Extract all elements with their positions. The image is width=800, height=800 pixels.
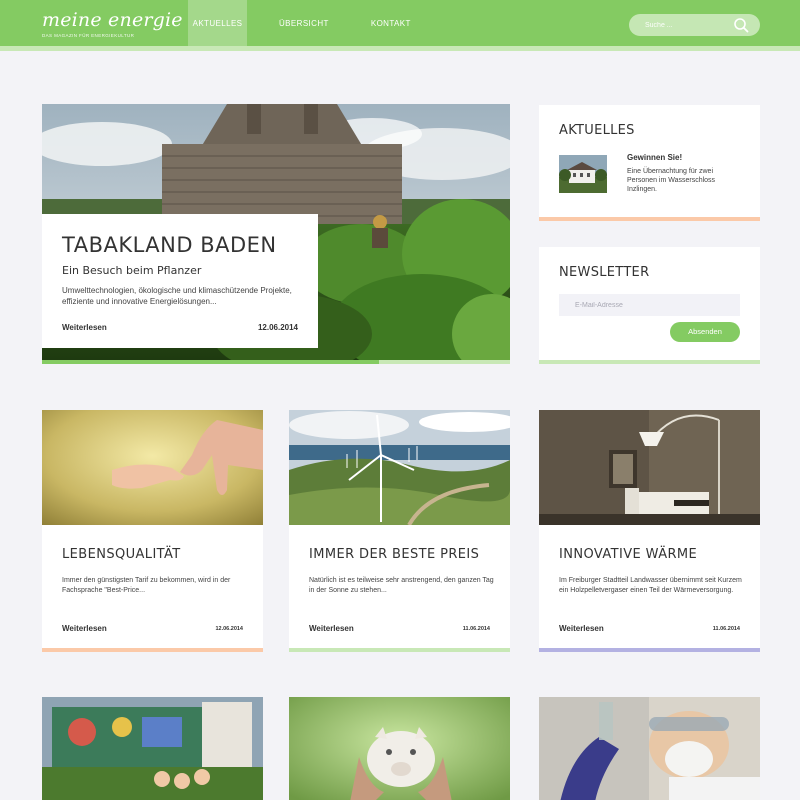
card-image-room[interactable]	[539, 410, 760, 525]
newsletter-submit-button[interactable]: Absenden	[670, 322, 740, 342]
search-box	[629, 14, 760, 36]
card-read-more-link[interactable]: Weiterlesen	[309, 624, 354, 633]
newsletter-title: NEWSLETTER	[559, 265, 650, 280]
wind-turbines-photo	[289, 410, 510, 525]
newsletter-box: NEWSLETTER Absenden	[539, 247, 760, 360]
hero-teaser: Umwelttechnologien, ökologische und klim…	[62, 286, 292, 306]
card-title: IMMER DER BESTE PREIS	[309, 547, 480, 562]
main-nav: AKTUELLES ÜBERSICHT KONTAKT	[188, 0, 443, 46]
hands-photo	[42, 410, 263, 525]
lab-worker-photo	[539, 697, 760, 800]
card-title: LEBENSQUALITÄT	[62, 547, 181, 562]
article-card-graffiti[interactable]	[42, 697, 263, 800]
nav-item-aktuelles[interactable]: AKTUELLES	[188, 0, 247, 46]
card-teaser: Im Freiburger Stadtteil Landwasser übern…	[559, 577, 742, 594]
card-image-windturbines[interactable]	[289, 410, 510, 525]
newsletter-accent-bar	[539, 360, 760, 364]
card-date: 11.06.2014	[712, 626, 740, 632]
aktuelles-thumbnail[interactable]	[559, 155, 607, 193]
aktuelles-item-title[interactable]: Gewinnen Sie!	[627, 153, 682, 162]
card-teaser: Immer den günstigsten Tarif zu bekommen,…	[62, 577, 231, 594]
nav-item-uebersicht[interactable]: ÜBERSICHT	[269, 0, 339, 46]
castle-image	[559, 155, 607, 193]
aktuelles-title: AKTUELLES	[559, 123, 635, 138]
logo-subtitle: DAS MAGAZIN FÜR ENERGIEKULTUR	[42, 33, 135, 38]
search-input[interactable]	[645, 21, 745, 29]
article-card-innovative-waerme: INNOVATIVE WÄRME Im Freiburger Stadtteil…	[539, 410, 760, 648]
logo-title: meine energie	[42, 9, 183, 31]
card-accent-bar-orange	[42, 648, 263, 652]
hero-subtitle: Ein Besuch beim Pflanzer	[62, 264, 202, 277]
card-read-more-link[interactable]: Weiterlesen	[62, 624, 107, 633]
card-teaser: Natürlich ist es teilweise sehr anstreng…	[309, 577, 494, 594]
hero-progress-track	[379, 360, 510, 364]
aktuelles-item-text: Eine Übernachtung für zwei Personen im W…	[627, 168, 716, 193]
hero-article-card: TABAKLAND BADEN Ein Besuch beim Pflanzer…	[42, 214, 318, 348]
article-card-lebensqualitaet: LEBENSQUALITÄT Immer den günstigsten Tar…	[42, 410, 263, 648]
article-card-lab[interactable]	[539, 697, 760, 800]
top-navigation-bar: meine energie DAS MAGAZIN FÜR ENERGIEKUL…	[0, 0, 800, 46]
card-image-hands[interactable]	[42, 410, 263, 525]
card-accent-bar-green	[289, 648, 510, 652]
card-accent-bar-purple	[539, 648, 760, 652]
living-room-photo	[539, 410, 760, 525]
hero-date: 12.06.2014	[257, 323, 298, 332]
graffiti-kids-photo	[42, 697, 263, 800]
card-read-more-link[interactable]: Weiterlesen	[559, 624, 604, 633]
email-field[interactable]	[559, 294, 740, 316]
aktuelles-box: AKTUELLES Gewinnen Sie! Eine Übernachtun…	[539, 105, 760, 217]
article-card-piggybank[interactable]	[289, 697, 510, 800]
piggy-bank-photo	[289, 697, 510, 800]
magnifier-icon[interactable]	[733, 17, 749, 33]
hero-progress-fill	[42, 360, 379, 364]
card-date: 12.06.2014	[215, 626, 243, 632]
header-divider	[0, 46, 800, 51]
hero-title: TABAKLAND BADEN	[62, 233, 277, 257]
card-title: INNOVATIVE WÄRME	[559, 547, 698, 562]
card-date: 11.06.2014	[462, 626, 490, 632]
article-card-bester-preis: IMMER DER BESTE PREIS Natürlich ist es t…	[289, 410, 510, 648]
nav-item-kontakt[interactable]: KONTAKT	[361, 0, 421, 46]
aktuelles-accent-bar	[539, 217, 760, 221]
hero-read-more-link[interactable]: Weiterlesen	[62, 323, 107, 332]
site-logo[interactable]: meine energie DAS MAGAZIN FÜR ENERGIEKUL…	[42, 9, 183, 38]
